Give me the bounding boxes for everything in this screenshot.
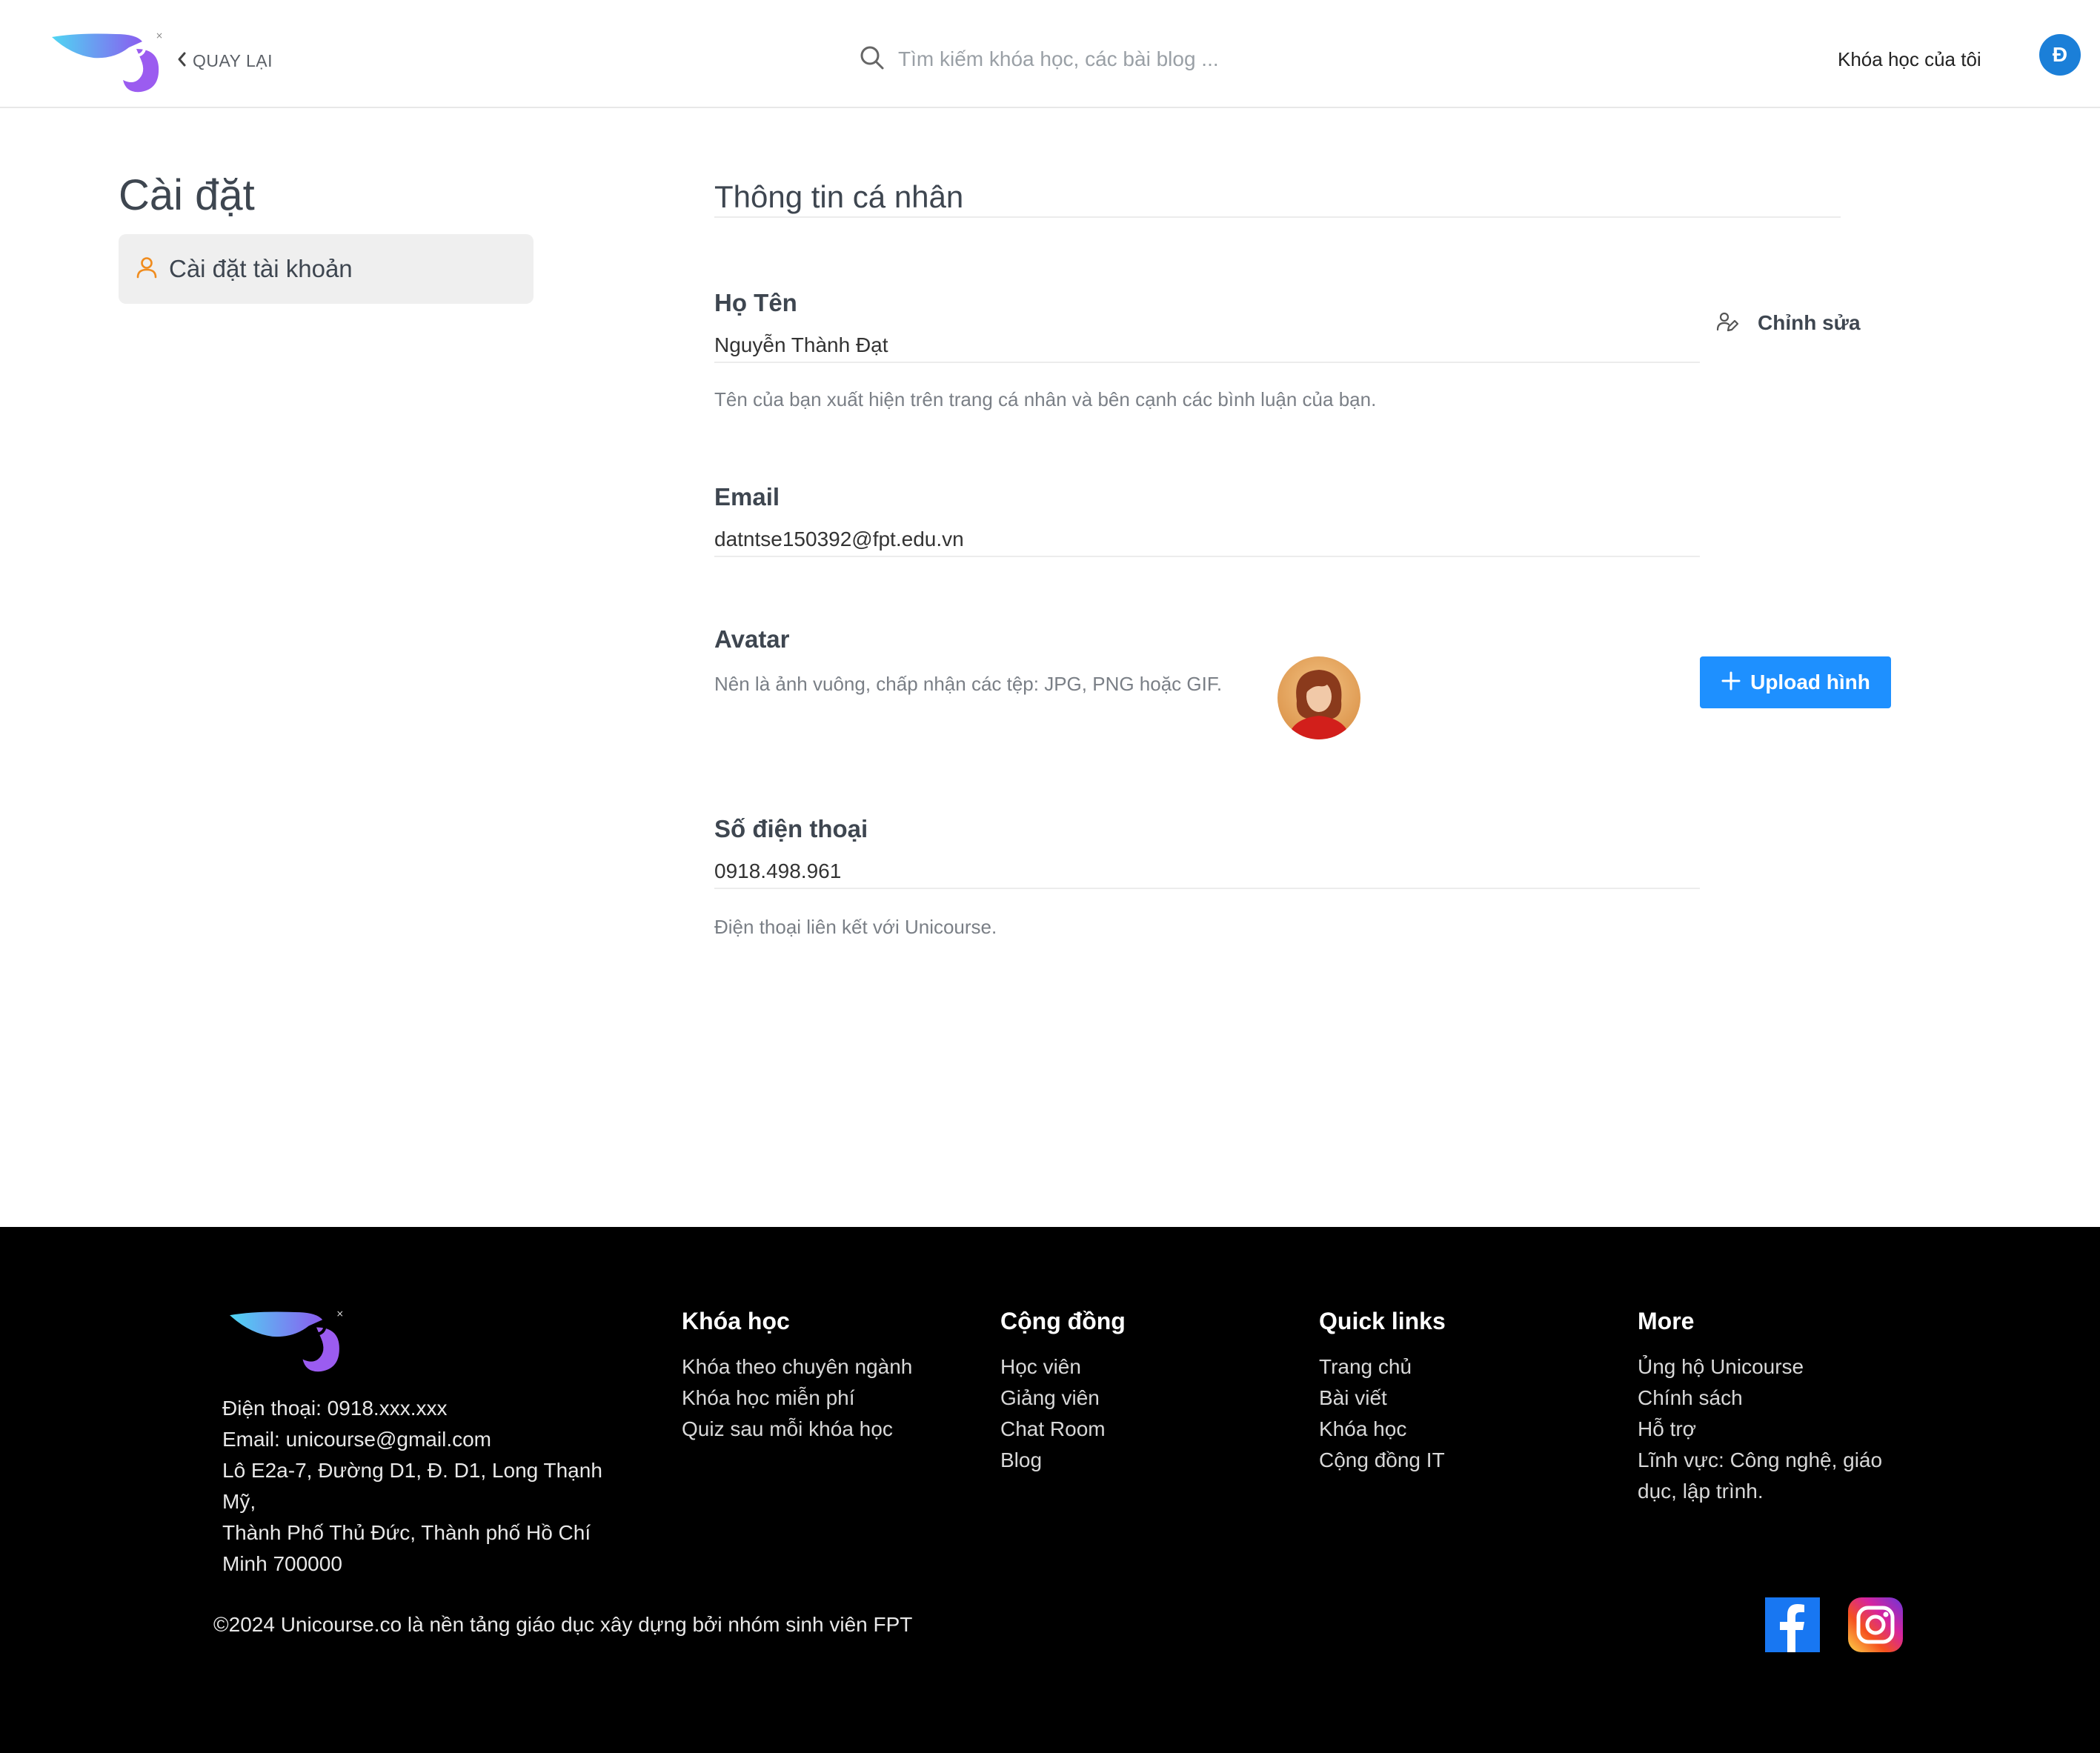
footer-link[interactable]: Blog [1000,1445,1126,1476]
page-title: Cài đặt [119,171,255,219]
footer-link[interactable]: Trang chủ [1319,1351,1446,1383]
footer-address-line: Thành Phố Thủ Đức, Thành phố Hồ Chí [222,1521,591,1544]
footer-column-title: Khóa học [682,1308,790,1334]
upload-image-button[interactable]: Upload hình [1700,656,1891,708]
footer-link[interactable]: Học viên [1000,1351,1126,1383]
footer-email: Email: unicourse@gmail.com [222,1428,491,1451]
edit-label: Chỉnh sửa [1758,311,1861,334]
unicourse-logo[interactable]: × [49,28,166,96]
footer-contact: Điện thoại: 0918.xxx.xxx Email: unicours… [222,1393,637,1580]
back-link[interactable]: QUAY LẠI [176,46,273,76]
svg-text:×: × [156,30,163,41]
email-label: Email [714,483,780,510]
sidebar-item-account-settings[interactable]: Cài đặt tài khoản [119,234,534,304]
footer-link[interactable]: Giảng viên [1000,1383,1126,1414]
edit-button[interactable]: Chỉnh sửa [1716,305,1861,341]
footer-column-title: Quick links [1319,1308,1446,1334]
footer-link[interactable]: Chat Room [1000,1414,1126,1445]
user-icon [135,256,159,283]
search-input[interactable] [897,47,1248,72]
upload-label: Upload hình [1750,671,1870,693]
footer-link: dục, lập trình. [1638,1480,1764,1503]
plus-icon [1721,671,1741,695]
footer-column-more: More Ủng hộ Unicourse Chính sách Hỗ trợ … [1638,1304,1934,1507]
top-header: × QUAY LẠI Khóa học của tôi Đ [0,0,2100,108]
section-divider [714,216,1841,218]
footer-link[interactable]: Khóa học miễn phí [682,1383,912,1414]
footer-address-line: Minh 700000 [222,1552,342,1575]
footer-link[interactable]: Ủng hộ Unicourse [1638,1351,1934,1383]
search-icon [860,45,885,74]
footer-link[interactable]: Khóa học [1319,1414,1446,1445]
facebook-icon[interactable] [1765,1597,1820,1652]
search-bar[interactable] [860,39,1275,80]
footer-logo[interactable]: × [227,1304,347,1378]
footer-link[interactable]: Hỗ trợ [1638,1414,1934,1445]
edit-user-icon [1716,310,1739,336]
footer-address-line: Lô E2a-7, Đường D1, Đ. D1, Long Thạnh Mỹ… [222,1459,602,1513]
avatar-description: Nên là ảnh vuông, chấp nhận các tệp: JPG… [714,673,1223,695]
instagram-icon[interactable] [1848,1597,1903,1652]
name-field[interactable] [714,332,1700,363]
footer-column-title: Cộng đồng [1000,1308,1126,1334]
footer-column-quick-links: Quick links Trang chủ Bài viết Khóa học … [1319,1304,1446,1476]
phone-field[interactable] [714,858,1700,889]
footer-link[interactable]: Quiz sau mỗi khóa học [682,1414,912,1445]
footer-column-courses: Khóa học Khóa theo chuyên ngành Khóa học… [682,1304,912,1445]
footer-column-community: Cộng đồng Học viên Giảng viên Chat Room … [1000,1304,1126,1476]
avatar-label: Avatar [714,625,790,653]
phone-description: Điện thoại liên kết với Unicourse. [714,916,997,938]
name-description: Tên của bạn xuất hiện trên trang cá nhân… [714,388,1377,410]
footer-link[interactable]: Khóa theo chuyên ngành [682,1351,912,1383]
footer-phone: Điện thoại: 0918.xxx.xxx [222,1397,448,1420]
svg-text:×: × [336,1308,344,1319]
back-label: QUAY LẠI [193,50,273,70]
phone-label: Số điện thoại [714,815,868,842]
my-courses-link[interactable]: Khóa học của tôi [1838,44,1981,74]
email-field[interactable] [714,526,1700,557]
footer-column-title: More [1638,1308,1695,1334]
footer-link: Lĩnh vực: Công nghệ, giáo [1638,1448,1883,1471]
sidebar-item-label: Cài đặt tài khoản [169,255,353,282]
footer-link[interactable]: Chính sách [1638,1383,1934,1414]
chevron-left-icon [176,51,187,71]
name-label: Họ Tên [714,289,797,316]
section-title: Thông tin cá nhân [714,179,964,214]
copyright-text: ©2024 Unicourse.co là nền tảng giáo dục … [213,1613,913,1636]
footer-link[interactable]: Cộng đồng IT [1319,1445,1446,1476]
footer-link[interactable]: Bài viết [1319,1383,1446,1414]
profile-photo[interactable] [1277,656,1360,739]
user-avatar[interactable]: Đ [2039,34,2081,76]
